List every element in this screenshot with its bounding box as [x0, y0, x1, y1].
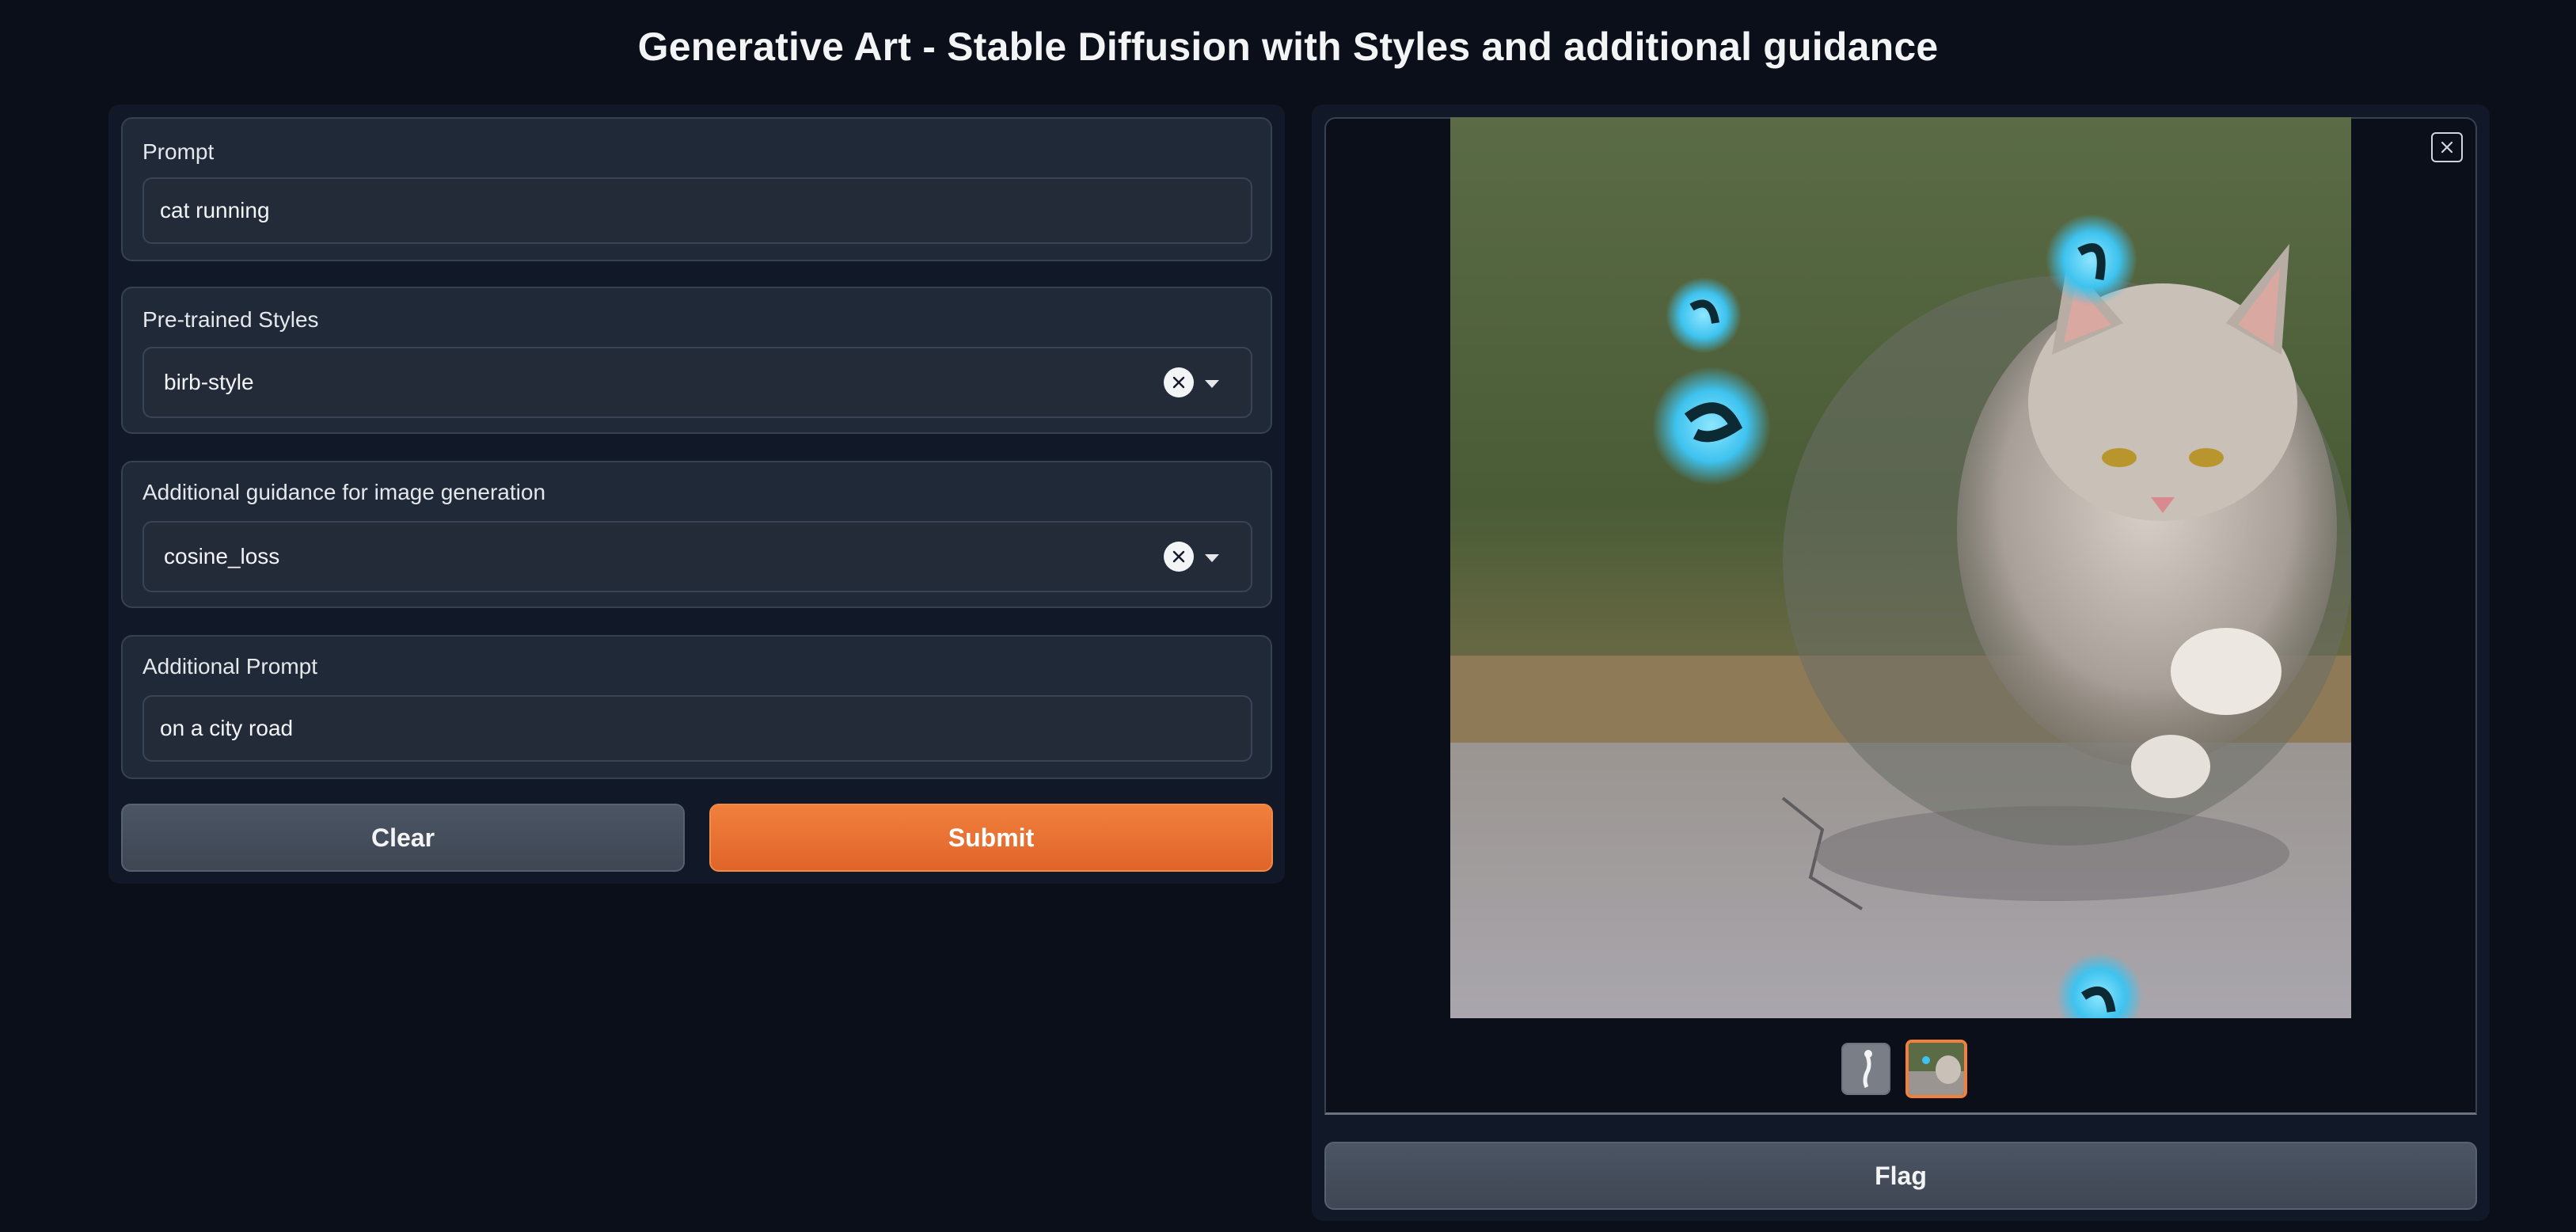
- close-icon[interactable]: [2431, 132, 2463, 162]
- styles-selected-value: birb-style: [164, 370, 254, 394]
- additional-prompt-label: Additional Prompt: [142, 654, 318, 679]
- gallery-thumbnail-2-selected[interactable]: [1905, 1040, 1967, 1098]
- submit-button[interactable]: Submit: [709, 804, 1273, 872]
- page-title: Generative Art - Stable Diffusion with S…: [637, 25, 1939, 69]
- guidance-selected-value: cosine_loss: [164, 544, 280, 568]
- styles-label: Pre-trained Styles: [142, 307, 319, 332]
- prompt-input[interactable]: cat running: [142, 177, 1252, 244]
- flag-button[interactable]: Flag: [1324, 1142, 2477, 1210]
- guidance-block: Additional guidance for image generation…: [121, 461, 1272, 608]
- cat-running-image: [1450, 117, 2351, 1018]
- styles-block: Pre-trained Styles birb-style: [121, 287, 1272, 434]
- thumbnail-image: [1909, 1043, 1964, 1095]
- additional-prompt-input[interactable]: on a city road: [142, 695, 1252, 762]
- prompt-label: Prompt: [142, 139, 215, 164]
- clear-x-icon[interactable]: [1164, 542, 1194, 572]
- clear-button[interactable]: Clear: [121, 804, 685, 872]
- clear-x-icon[interactable]: [1164, 367, 1194, 397]
- guidance-label: Additional guidance for image generation: [142, 480, 546, 504]
- generated-image[interactable]: [1450, 117, 2351, 1018]
- styles-dropdown[interactable]: birb-style: [142, 347, 1252, 418]
- prompt-block: Prompt cat running: [121, 117, 1272, 261]
- guidance-dropdown[interactable]: cosine_loss: [142, 521, 1252, 592]
- input-panel: Prompt cat running Pre-trained Styles bi…: [108, 105, 1285, 884]
- app-page: Generative Art - Stable Diffusion with S…: [0, 0, 2576, 1232]
- gallery-thumbnail-1[interactable]: [1841, 1043, 1890, 1095]
- thumbnail-image: [1843, 1044, 1889, 1093]
- caret-down-icon[interactable]: [1205, 554, 1219, 562]
- caret-down-icon[interactable]: [1205, 380, 1219, 388]
- additional-prompt-block: Additional Prompt on a city road: [121, 635, 1272, 779]
